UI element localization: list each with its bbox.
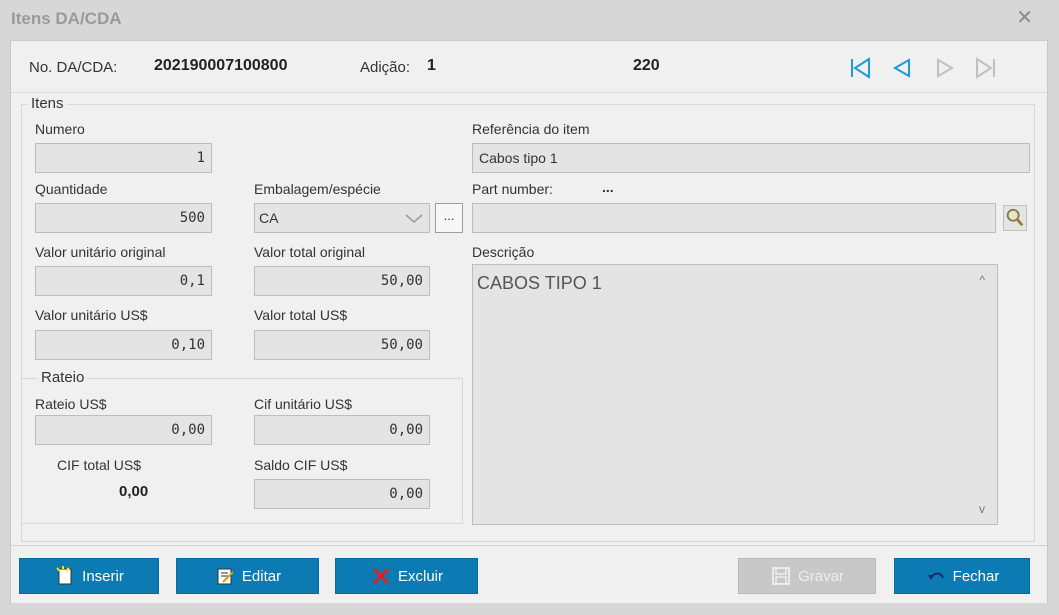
valor-unitario-usd-label: Valor unitário US$ xyxy=(35,307,148,323)
gravar-button[interactable]: Gravar xyxy=(738,558,876,594)
quantidade-label: Quantidade xyxy=(35,181,108,197)
no-dacda-value: 202190007100800 xyxy=(154,57,288,74)
scroll-up-icon[interactable]: ^ xyxy=(979,273,985,287)
embalagem-label: Embalagem/espécie xyxy=(254,181,381,197)
excluir-button[interactable]: Excluir xyxy=(335,558,478,594)
scroll-down-icon[interactable]: v xyxy=(979,502,985,516)
valor-total-original-label: Valor total original xyxy=(254,244,366,260)
next-record-icon[interactable] xyxy=(932,55,958,81)
red-x-icon xyxy=(372,567,390,585)
dialog-body: No. DA/CDA: 202190007100800 Adição: 1 22… xyxy=(10,40,1048,603)
adicao-label: Adição: xyxy=(360,59,411,76)
new-document-icon xyxy=(56,566,72,585)
inserir-button[interactable]: Inserir xyxy=(19,558,159,594)
title-bar: Itens DA/CDA ✕ xyxy=(0,0,1059,40)
first-record-icon[interactable] xyxy=(847,55,873,81)
item-count-value: 220 xyxy=(633,57,660,74)
quantidade-input[interactable]: 500 xyxy=(35,203,212,233)
descricao-value: CABOS TIPO 1 xyxy=(477,273,602,293)
no-dacda-label: No. DA/CDA: xyxy=(29,59,118,76)
saldo-cif-label: Saldo CIF US$ xyxy=(254,457,348,473)
chevron-down-icon[interactable] xyxy=(403,208,425,228)
descricao-textarea[interactable]: CABOS TIPO 1 ^ v xyxy=(472,264,998,525)
valor-unitario-original-label: Valor unitário original xyxy=(35,244,166,260)
numero-input[interactable]: 1 xyxy=(35,143,212,173)
descricao-label: Descrição xyxy=(472,244,535,260)
button-bar: Inserir Editar Excluir Gravar Fechar xyxy=(11,545,1047,603)
cif-total-value: 0,00 xyxy=(119,483,149,500)
embalagem-select[interactable]: CA xyxy=(254,203,430,233)
window-title: Itens DA/CDA xyxy=(11,9,122,28)
header-row: No. DA/CDA: 202190007100800 Adição: 1 22… xyxy=(11,41,1047,93)
magnifier-icon[interactable] xyxy=(1003,205,1027,231)
part-number-dots[interactable]: ... xyxy=(602,179,614,195)
edit-document-icon xyxy=(217,568,234,585)
editar-label: Editar xyxy=(241,567,282,585)
valor-total-usd-input[interactable]: 50,00 xyxy=(254,330,430,360)
referencia-label: Referência do item xyxy=(472,121,590,137)
undo-arrow-icon xyxy=(927,572,944,580)
rateio-usd-label: Rateio US$ xyxy=(35,396,107,412)
cif-unitario-input[interactable]: 0,00 xyxy=(254,415,430,445)
cif-total-label: CIF total US$ xyxy=(57,457,142,473)
editar-button[interactable]: Editar xyxy=(176,558,319,594)
valor-unitario-usd-input[interactable]: 0,10 xyxy=(35,330,212,360)
part-number-input[interactable] xyxy=(472,203,996,233)
referencia-input[interactable]: Cabos tipo 1 xyxy=(472,143,1030,173)
fechar-label: Fechar xyxy=(952,567,1000,585)
inserir-label: Inserir xyxy=(82,567,124,585)
valor-unitario-original-input[interactable]: 0,1 xyxy=(35,266,212,296)
rateio-usd-input[interactable]: 0,00 xyxy=(35,415,212,445)
embalagem-lookup-button[interactable]: ... xyxy=(435,203,463,233)
fechar-button[interactable]: Fechar xyxy=(894,558,1030,594)
cif-unitario-label: Cif unitário US$ xyxy=(254,396,353,412)
itens-legend: Itens xyxy=(28,95,67,112)
close-icon[interactable]: ✕ xyxy=(1016,8,1033,28)
valor-total-original-input[interactable]: 50,00 xyxy=(254,266,430,296)
floppy-disk-icon xyxy=(772,567,790,585)
saldo-cif-input[interactable]: 0,00 xyxy=(254,479,430,509)
adicao-value: 1 xyxy=(427,57,436,74)
part-number-label: Part number: xyxy=(472,181,553,197)
gravar-label: Gravar xyxy=(798,567,844,585)
valor-total-usd-label: Valor total US$ xyxy=(254,307,348,323)
last-record-icon[interactable] xyxy=(973,55,999,81)
rateio-legend: Rateio xyxy=(38,369,88,386)
embalagem-value: CA xyxy=(259,210,279,226)
numero-label: Numero xyxy=(35,121,85,137)
excluir-label: Excluir xyxy=(397,567,443,585)
previous-record-icon[interactable] xyxy=(889,55,915,81)
